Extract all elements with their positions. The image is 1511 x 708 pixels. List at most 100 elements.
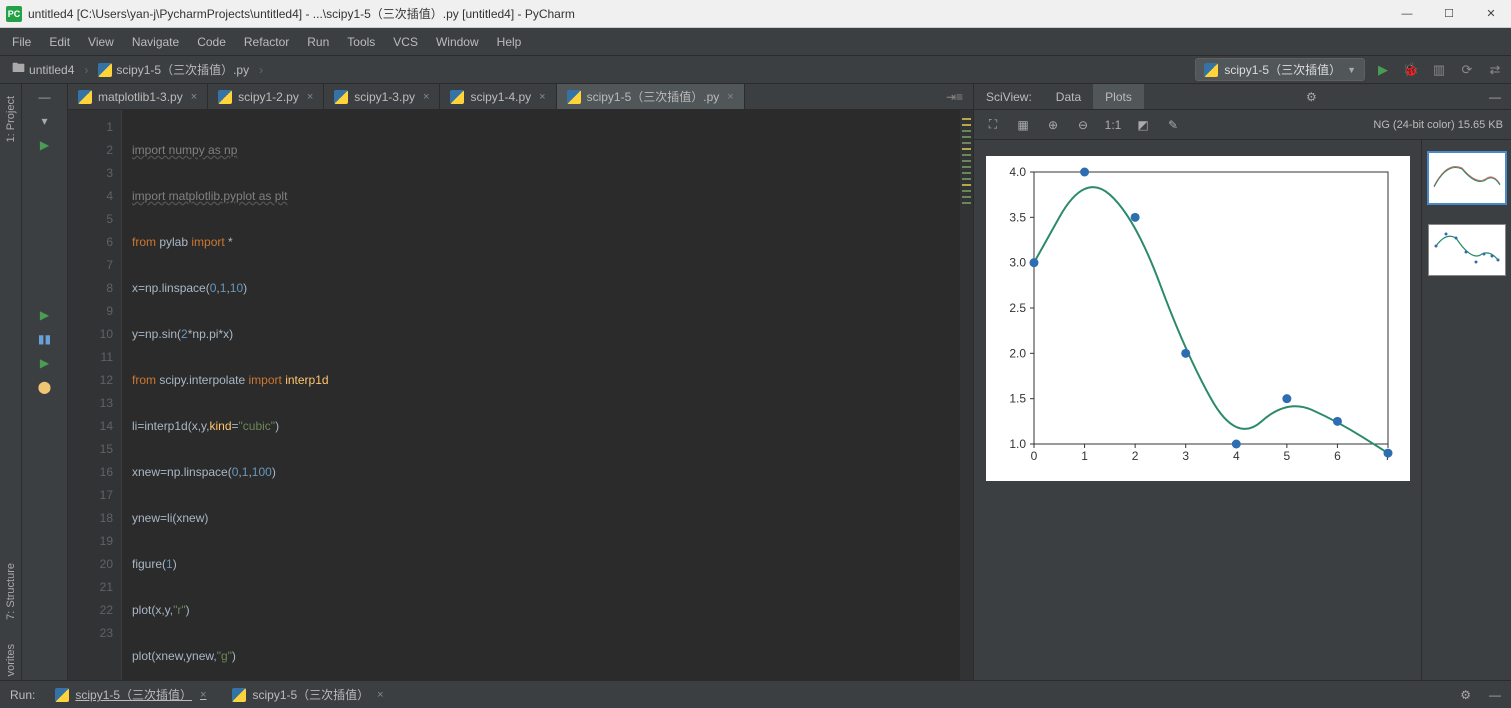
svg-text:4: 4: [1232, 449, 1239, 463]
python-icon: [98, 63, 112, 77]
run-label: Run:: [10, 688, 35, 702]
svg-text:3.5: 3.5: [1009, 210, 1026, 224]
menu-navigate[interactable]: Navigate: [132, 35, 179, 49]
close-icon[interactable]: ×: [377, 689, 383, 701]
chevron-right-icon: ›: [259, 63, 263, 77]
tabs-overflow-icon[interactable]: ⇥≡: [936, 84, 973, 109]
python-console-icon[interactable]: ⬤: [34, 378, 56, 396]
toolwindow-project[interactable]: 1: Project: [5, 96, 17, 142]
svg-text:5: 5: [1283, 449, 1290, 463]
plot-thumbnail-1[interactable]: [1428, 152, 1506, 204]
navigation-bar: 🖿 untitled4 › scipy1-5（三次插值）.py › scipy1…: [0, 56, 1511, 84]
plot-thumbnail-2[interactable]: [1428, 224, 1506, 276]
svg-text:1.5: 1.5: [1009, 392, 1026, 406]
breadcrumb-project[interactable]: 🖿 untitled4: [6, 57, 80, 83]
menu-help[interactable]: Help: [497, 35, 522, 49]
menu-vcs[interactable]: VCS: [393, 35, 418, 49]
menu-tools[interactable]: Tools: [347, 35, 375, 49]
close-icon[interactable]: ×: [200, 689, 206, 701]
menu-window[interactable]: Window: [436, 35, 479, 49]
color-picker-icon[interactable]: ◩: [1132, 118, 1154, 132]
close-icon[interactable]: ×: [727, 91, 733, 103]
svg-text:2.0: 2.0: [1009, 346, 1026, 360]
hide-icon[interactable]: —: [1479, 90, 1511, 104]
python-icon: [55, 688, 69, 702]
hide-icon[interactable]: —: [1489, 688, 1501, 702]
breadcrumb-project-label: untitled4: [29, 63, 74, 77]
close-button[interactable]: ✕: [1477, 4, 1505, 24]
editor-left-gutter-tools: — ▾ ▶ ▶ ▮▮ ▶ ⬤: [22, 84, 68, 680]
run-tab-2[interactable]: scipy1-5（三次插值） ×: [226, 686, 389, 703]
tab-label: scipy1-4.py: [470, 90, 531, 104]
tab-scipy1-5[interactable]: scipy1-5（三次插值）.py×: [557, 84, 745, 109]
breadcrumb: 🖿 untitled4 › scipy1-5（三次插值）.py ›: [6, 57, 263, 83]
tab-label: scipy1-2.py: [238, 90, 299, 104]
toolwindow-structure[interactable]: 7: Structure: [5, 563, 17, 620]
zoom-out-icon[interactable]: ⊖: [1072, 118, 1094, 132]
actual-size-label[interactable]: 1:1: [1102, 118, 1124, 132]
fit-icon[interactable]: ⛶: [982, 117, 1004, 132]
run-tab-1[interactable]: scipy1-5（三次插值）×: [49, 686, 212, 703]
tab-scipy1-4[interactable]: scipy1-4.py ×: [440, 84, 556, 109]
plot-viewer[interactable]: 1.01.52.02.53.03.54.001234567: [974, 140, 1421, 680]
python-icon: [334, 90, 348, 104]
run-tab-label: scipy1-5（三次插值）: [252, 686, 369, 703]
tab-scipy1-3[interactable]: scipy1-3.py ×: [324, 84, 440, 109]
collapse-icon[interactable]: —: [34, 88, 56, 106]
maximize-button[interactable]: ☐: [1435, 4, 1463, 24]
run-line-icon[interactable]: ▶: [34, 306, 56, 324]
menu-refactor[interactable]: Refactor: [244, 35, 289, 49]
tab-scipy1-2[interactable]: scipy1-2.py ×: [208, 84, 324, 109]
tab-label: scipy1-3.py: [354, 90, 415, 104]
menu-code[interactable]: Code: [197, 35, 226, 49]
app-icon: PC: [6, 6, 22, 22]
python-icon: [218, 90, 232, 104]
minimize-button[interactable]: —: [1393, 4, 1421, 24]
search-everywhere-button[interactable]: ⇄: [1485, 60, 1505, 80]
expand-down-icon[interactable]: ▾: [34, 112, 56, 130]
zoom-in-icon[interactable]: ⊕: [1042, 118, 1064, 132]
svg-text:3.0: 3.0: [1009, 256, 1026, 270]
run-tool-window-bar: Run: scipy1-5（三次插值）× scipy1-5（三次插值）× ⚙ —: [0, 680, 1511, 708]
gear-icon[interactable]: ⚙: [1296, 90, 1327, 104]
sciview-panel: SciView: Data Plots ⚙ — ⛶ ▦ ⊕ ⊖ 1:1 ◩ ✎ …: [973, 84, 1511, 680]
python-icon: [450, 90, 464, 104]
run-line-icon[interactable]: ▶: [34, 354, 56, 372]
tab-matplotlib1-3[interactable]: matplotlib1-3.py ×: [68, 84, 208, 109]
folder-icon: 🖿: [12, 59, 25, 81]
svg-text:2: 2: [1131, 449, 1138, 463]
code-editor[interactable]: 1234567891011121314151617181920212223 im…: [68, 110, 973, 680]
debug-button[interactable]: 🐞: [1401, 60, 1421, 80]
bar-chart-icon[interactable]: ▮▮: [34, 330, 56, 348]
sciview-tab-data[interactable]: Data: [1044, 90, 1093, 104]
close-icon[interactable]: ×: [191, 91, 197, 103]
menu-view[interactable]: View: [88, 35, 114, 49]
edit-icon[interactable]: ✎: [1162, 118, 1184, 132]
close-icon[interactable]: ×: [307, 91, 313, 103]
run-coverage-button[interactable]: ▥: [1429, 60, 1449, 80]
toolwindow-favorites[interactable]: vorites: [5, 644, 17, 676]
plot-svg: 1.01.52.02.53.03.54.001234567: [990, 162, 1400, 472]
menu-file[interactable]: File: [12, 35, 31, 49]
sciview-tab-plots[interactable]: Plots: [1093, 84, 1144, 109]
close-icon[interactable]: ×: [539, 91, 545, 103]
python-icon: [232, 688, 246, 702]
tab-label: matplotlib1-3.py: [98, 90, 183, 104]
svg-text:0: 0: [1030, 449, 1037, 463]
gear-icon[interactable]: ⚙: [1460, 688, 1471, 702]
menu-edit[interactable]: Edit: [49, 35, 70, 49]
code-content[interactable]: import numpy as np import matplotlib.pyp…: [122, 110, 959, 680]
profile-button[interactable]: ⟳: [1457, 60, 1477, 80]
run-config-selector[interactable]: scipy1-5（三次插值） ▼: [1195, 58, 1365, 81]
menu-run[interactable]: Run: [307, 35, 329, 49]
svg-text:3: 3: [1182, 449, 1189, 463]
breadcrumb-file[interactable]: scipy1-5（三次插值）.py: [92, 59, 255, 80]
grid-icon[interactable]: ▦: [1012, 118, 1034, 132]
run-button[interactable]: ▶: [1373, 60, 1393, 80]
svg-text:1.0: 1.0: [1009, 437, 1026, 451]
run-config-label: scipy1-5（三次插值）: [1224, 61, 1341, 78]
run-line-icon[interactable]: ▶: [34, 136, 56, 154]
close-icon[interactable]: ×: [423, 91, 429, 103]
python-icon: [567, 90, 581, 104]
error-stripe[interactable]: [959, 110, 973, 680]
